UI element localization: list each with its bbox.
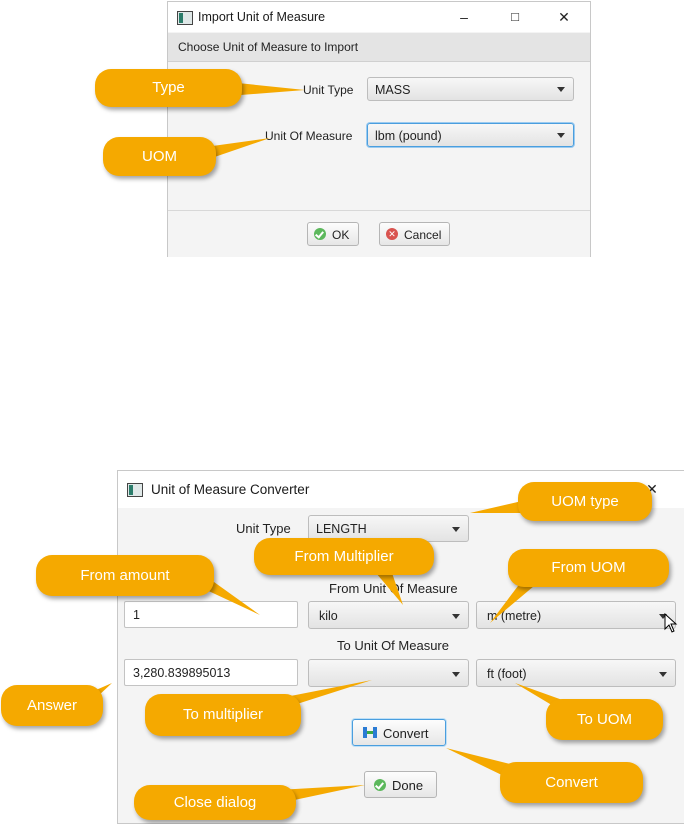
- uom-type-callout: UOM type: [518, 482, 652, 521]
- close-dialog-callout-text: Close dialog: [173, 794, 257, 811]
- uom-callout: UOM: [103, 137, 216, 176]
- type-callout: Type: [95, 69, 242, 107]
- answer-callout-text: Answer: [26, 697, 78, 714]
- uom-type-callout-text: UOM type: [551, 493, 619, 510]
- close-dialog-callout: Close dialog: [134, 785, 296, 820]
- from-uom-callout-text: From UOM: [551, 559, 626, 576]
- from-multiplier-callout: From Multiplier: [254, 538, 434, 575]
- from-uom-callout: From UOM: [508, 549, 669, 587]
- to-multiplier-callout-text: To multiplier: [182, 706, 264, 723]
- to-uom-callout-text: To UOM: [576, 711, 632, 728]
- to-uom-callout: To UOM: [546, 699, 663, 740]
- from-amount-callout: From amount: [36, 555, 214, 596]
- uom-type-callout-pointer: [470, 501, 522, 513]
- from-multiplier-callout-pointer: [376, 573, 403, 605]
- type-callout-text: Type: [152, 79, 185, 96]
- convert-callout-text: Convert: [545, 774, 598, 791]
- from-multiplier-callout-text: From Multiplier: [294, 548, 394, 565]
- to-multiplier-callout: To multiplier: [145, 694, 301, 736]
- from-amount-callout-text: From amount: [80, 567, 170, 584]
- convert-callout: Convert: [500, 762, 643, 803]
- uom-callout-text: UOM: [142, 148, 177, 165]
- answer-callout: Answer: [1, 685, 103, 726]
